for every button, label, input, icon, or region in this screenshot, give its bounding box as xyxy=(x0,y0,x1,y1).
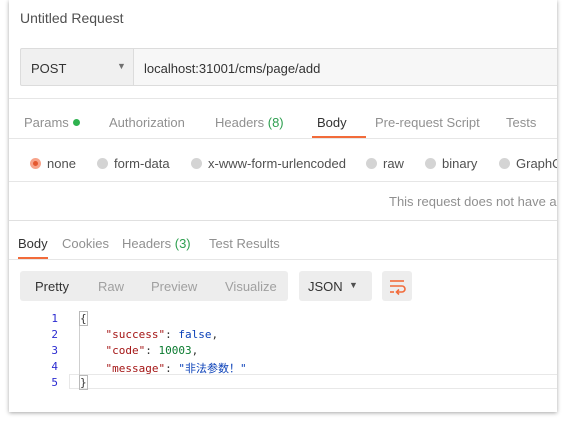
line-number: 2 xyxy=(51,328,58,341)
method-label: POST xyxy=(31,61,67,76)
tab-headers-count: (8) xyxy=(267,115,284,130)
tab-pre-request-label: Pre-request Script xyxy=(375,115,480,130)
code-line: "success": false, xyxy=(105,328,219,341)
tab-body-label: Body xyxy=(317,115,347,130)
divider xyxy=(9,138,557,139)
green-dot-icon xyxy=(72,119,80,126)
tab-tests-label: Tests xyxy=(506,115,537,130)
radio-icon xyxy=(97,158,108,169)
close-brace: } xyxy=(79,375,88,390)
radio-none-label: none xyxy=(47,156,76,171)
response-tab-headers-count: (3) xyxy=(174,236,191,251)
json-key: "code" xyxy=(105,344,146,357)
tab-headers-label: Headers xyxy=(215,115,268,130)
line-number: 5 xyxy=(51,376,58,389)
code-line: "message": "非法参数！" xyxy=(105,362,247,375)
url-input[interactable]: localhost:31001/cms/page/add xyxy=(134,48,557,86)
wrap-lines-icon xyxy=(390,280,406,296)
wrap-lines-button[interactable] xyxy=(382,271,412,301)
code-line: { xyxy=(79,311,88,326)
code-line: } xyxy=(79,375,88,390)
radio-icon xyxy=(366,158,377,169)
radio-binary[interactable]: binary xyxy=(425,156,477,171)
json-value: 10003 xyxy=(158,344,192,357)
chevron-down-icon: ▼ xyxy=(349,280,358,290)
json-value: false xyxy=(178,328,212,341)
divider xyxy=(9,181,557,182)
response-tab-test-results-label: Test Results xyxy=(209,236,280,251)
tab-tests[interactable]: Tests xyxy=(506,115,536,130)
format-select[interactable]: JSON ▼ xyxy=(299,271,372,301)
radio-raw[interactable]: raw xyxy=(366,156,404,171)
json-value: "非法参数！" xyxy=(178,362,247,375)
response-tab-cookies[interactable]: Cookies xyxy=(62,236,109,251)
tab-params[interactable]: Params xyxy=(24,115,80,130)
tab-params-label: Params xyxy=(24,115,69,130)
view-pretty-button[interactable]: Pretty xyxy=(35,279,69,294)
method-select[interactable]: POST ▼ xyxy=(20,48,134,86)
open-brace: { xyxy=(79,311,88,326)
json-key: "message" xyxy=(105,362,166,375)
view-mode-group: Pretty Raw Preview Visualize xyxy=(20,271,288,301)
line-number: 4 xyxy=(51,360,58,373)
radio-urlencoded-label: x-www-form-urlencoded xyxy=(208,156,346,171)
radio-graphql[interactable]: GraphQ xyxy=(499,156,557,171)
radio-graphql-label: GraphQ xyxy=(516,156,557,171)
response-tab-body-label: Body xyxy=(18,236,48,251)
tab-authorization[interactable]: Authorization xyxy=(109,115,185,130)
radio-form-data[interactable]: form-data xyxy=(97,156,170,171)
radio-icon xyxy=(499,158,510,169)
tab-body[interactable]: Body xyxy=(317,115,347,130)
view-visualize-button[interactable]: Visualize xyxy=(225,279,277,294)
radio-icon xyxy=(425,158,436,169)
request-title[interactable]: Untitled Request xyxy=(20,10,124,26)
tab-authorization-label: Authorization xyxy=(109,115,185,130)
format-label: JSON xyxy=(308,279,343,294)
radio-none[interactable]: none xyxy=(30,156,76,171)
view-raw-button[interactable]: Raw xyxy=(98,279,124,294)
tab-headers[interactable]: Headers (8) xyxy=(215,115,284,130)
divider xyxy=(9,259,557,260)
postman-window: Untitled Request POST ▼ localhost:31001/… xyxy=(9,0,557,412)
chevron-down-icon: ▼ xyxy=(117,61,126,71)
radio-icon xyxy=(191,158,202,169)
view-preview-button[interactable]: Preview xyxy=(151,279,197,294)
radio-x-www-form-urlencoded[interactable]: x-www-form-urlencoded xyxy=(191,156,346,171)
code-line: "code": 10003, xyxy=(105,344,199,357)
radio-binary-label: binary xyxy=(442,156,478,171)
radio-selected-icon xyxy=(30,158,41,169)
url-value: localhost:31001/cms/page/add xyxy=(144,61,321,76)
radio-form-data-label: form-data xyxy=(114,156,170,171)
radio-raw-label: raw xyxy=(383,156,404,171)
response-tab-cookies-label: Cookies xyxy=(62,236,109,251)
response-tab-headers-label: Headers xyxy=(122,236,175,251)
tab-pre-request-script[interactable]: Pre-request Script xyxy=(375,115,480,130)
line-number: 3 xyxy=(51,344,58,357)
response-tab-headers[interactable]: Headers (3) xyxy=(122,236,191,251)
divider xyxy=(9,98,557,99)
json-key: "success" xyxy=(105,328,166,341)
body-empty-note: This request does not have a b xyxy=(389,194,557,209)
response-tab-test-results[interactable]: Test Results xyxy=(209,236,280,251)
response-tab-body[interactable]: Body xyxy=(18,236,48,251)
current-line-highlight xyxy=(69,374,557,389)
response-divider[interactable] xyxy=(9,220,557,221)
line-number: 1 xyxy=(51,312,58,325)
